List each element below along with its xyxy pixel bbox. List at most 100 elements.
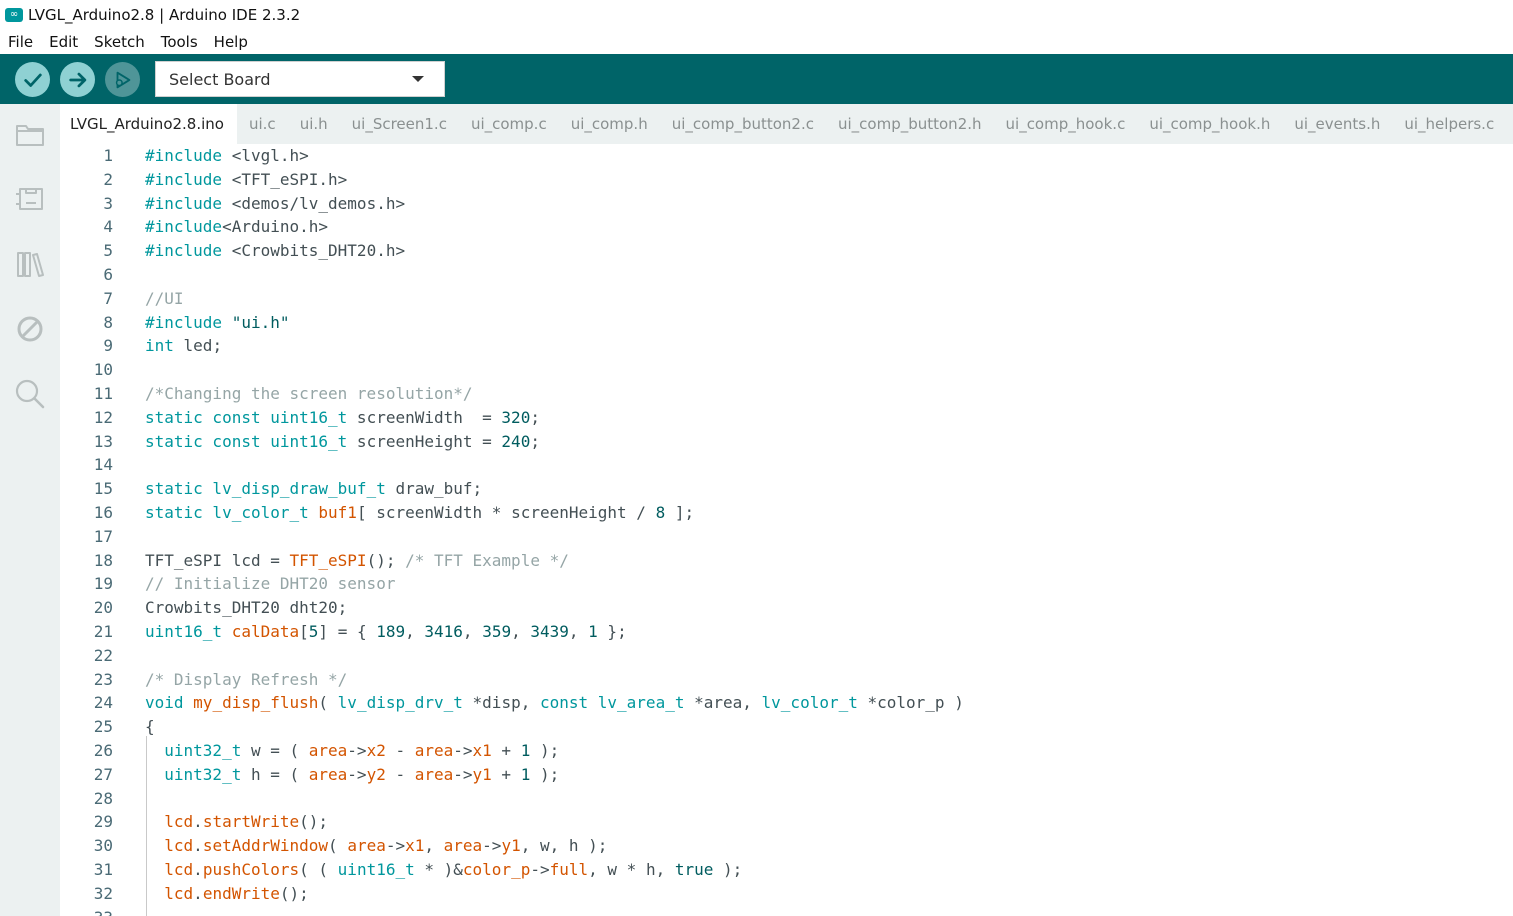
line-number: 14: [93, 455, 113, 475]
line-content: static const uint16_t screenWidth = 320;: [145, 406, 540, 430]
code-line[interactable]: 3 #include <demos/lv_demos.h>: [60, 192, 1513, 216]
tab-ui-c[interactable]: ui.c: [237, 104, 288, 144]
menu-sketch[interactable]: Sketch: [94, 33, 145, 51]
code-line[interactable]: 10: [60, 358, 1513, 382]
tab-ui-h[interactable]: ui.h: [288, 104, 340, 144]
code-line[interactable]: 29 lcd.startWrite();: [60, 810, 1513, 834]
code-token: Crowbits_DHT20 dht20;: [145, 598, 348, 618]
debug-button[interactable]: [105, 62, 140, 97]
check-icon: [23, 73, 42, 87]
code-token: x1: [472, 741, 492, 760]
code-token: int: [145, 336, 174, 356]
code-line[interactable]: 22: [60, 644, 1513, 668]
code-token: ();: [299, 812, 329, 832]
code-line[interactable]: 12 static const uint16_t screenWidth = 32…: [60, 406, 1513, 430]
code-line[interactable]: 28: [60, 787, 1513, 811]
code-editor[interactable]: 1 #include <lvgl.h> 2 #include <TFT_eSPI.h>…: [60, 144, 1513, 916]
tab-ui-comp-hook-h[interactable]: ui_comp_hook.h: [1137, 104, 1282, 144]
code-line[interactable]: 21 uint16_t calData[5] = { 189, 3416, 359…: [60, 620, 1513, 644]
menu-help[interactable]: Help: [214, 33, 248, 51]
code-token: area: [414, 741, 454, 760]
code-line[interactable]: 14: [60, 453, 1513, 477]
code-line[interactable]: 1 #include <lvgl.h>: [60, 144, 1513, 168]
upload-button[interactable]: [60, 62, 95, 97]
code-token: .: [193, 836, 203, 856]
line-content: //UI: [145, 287, 184, 311]
code-line[interactable]: 7 //UI: [60, 287, 1513, 311]
sidebar-debug[interactable]: [13, 312, 47, 346]
sidebar-boards-manager[interactable]: [13, 182, 47, 216]
code-line[interactable]: 20 Crowbits_DHT20 dht20;: [60, 596, 1513, 620]
code-line[interactable]: 18 TFT_eSPI lcd = TFT_eSPI(); /* TFT Exam…: [60, 549, 1513, 573]
code-token: uint32_t: [164, 764, 242, 784]
editor-tabs: LVGL_Arduino2.8.ino ui.c ui.h ui_Screen1…: [60, 104, 1513, 144]
code-token: 1: [520, 741, 531, 760]
tab-ui-events-h[interactable]: ui_events.h: [1282, 104, 1392, 144]
code-token: lcd: [164, 860, 194, 879]
code-token: {: [145, 717, 155, 737]
code-token: color_p: [462, 860, 531, 879]
code-token: static const uint16_t: [145, 407, 348, 427]
code-token: area: [308, 741, 348, 760]
code-line[interactable]: 25 {: [60, 715, 1513, 739]
tab-lvgl-arduino-ino[interactable]: LVGL_Arduino2.8.ino: [60, 104, 237, 144]
tab-ui-helpers-c[interactable]: ui_helpers.c: [1392, 104, 1506, 144]
tab-ui-comp-button2-h[interactable]: ui_comp_button2.h: [826, 104, 994, 144]
code-token: ->: [453, 741, 473, 760]
line-number: 28: [93, 788, 113, 808]
sidebar-search[interactable]: [13, 377, 47, 411]
tab-ui-comp-hook-c[interactable]: ui_comp_hook.c: [994, 104, 1138, 144]
code-token: ->: [453, 764, 473, 784]
line-number: 3: [103, 193, 113, 213]
code-line[interactable]: 19 // Initialize DHT20 sensor: [60, 572, 1513, 596]
menu-file[interactable]: File: [8, 33, 33, 51]
code-line[interactable]: 2 #include <TFT_eSPI.h>: [60, 168, 1513, 192]
code-token: );: [713, 860, 743, 879]
code-line[interactable]: 32 lcd.endWrite();: [60, 882, 1513, 906]
code-line[interactable]: 8 #include "ui.h": [60, 311, 1513, 335]
code-line[interactable]: 16 static lv_color_t buf1[ screenWidth * …: [60, 501, 1513, 525]
code-token: .: [193, 860, 203, 879]
line-number: 19: [93, 574, 113, 594]
code-line[interactable]: 27 uint32_t h = ( area->y2 - area->y1 + …: [60, 763, 1513, 787]
menu-tools[interactable]: Tools: [161, 33, 198, 51]
code-line[interactable]: 30 lcd.setAddrWindow( area->x1, area->y1…: [60, 834, 1513, 858]
code-line[interactable]: 33: [60, 906, 1513, 916]
tab-ui-comp-button2-c[interactable]: ui_comp_button2.c: [660, 104, 826, 144]
code-token: y1: [472, 764, 492, 784]
sidebar-library-manager[interactable]: [13, 247, 47, 281]
tab-ui-comp-h[interactable]: ui_comp.h: [559, 104, 660, 144]
code-line[interactable]: 6: [60, 263, 1513, 287]
code-token: lcd: [164, 883, 194, 903]
tab-ui-comp-c[interactable]: ui_comp.c: [459, 104, 559, 144]
code-line[interactable]: 26 uint32_t w = ( area->x2 - area->x1 + …: [60, 739, 1513, 763]
code-token: void: [145, 693, 184, 713]
code-line[interactable]: 23 /* Display Refresh */: [60, 668, 1513, 692]
sidebar-sketchbook[interactable]: [13, 118, 47, 152]
code-line[interactable]: 4 #include<Arduino.h>: [60, 215, 1513, 239]
code-line[interactable]: 13 static const uint16_t screenHeight = 2…: [60, 430, 1513, 454]
code-line[interactable]: 31 lcd.pushColors( ( uint16_t * )&color_…: [60, 858, 1513, 882]
verify-button[interactable]: [15, 62, 50, 97]
tab-ui-screen1-c[interactable]: ui_Screen1.c: [340, 104, 459, 144]
board-select-dropdown[interactable]: Select Board: [155, 61, 445, 97]
line-content: #include <demos/lv_demos.h>: [145, 192, 405, 216]
code-token: area: [347, 836, 386, 856]
folder-icon: [16, 125, 44, 146]
menu-edit[interactable]: Edit: [49, 33, 78, 51]
code-line[interactable]: 11 /*Changing the screen resolution*/: [60, 382, 1513, 406]
code-line[interactable]: 17: [60, 525, 1513, 549]
code-token: uint16_t: [337, 860, 415, 879]
code-line[interactable]: 24 void my_disp_flush( lv_disp_drv_t *dis…: [60, 691, 1513, 715]
code-token: 320: [501, 407, 531, 427]
line-number: 7: [103, 288, 113, 308]
code-token: true: [674, 860, 714, 879]
code-line[interactable]: 9 int led;: [60, 334, 1513, 358]
arrow-right-icon: [68, 72, 86, 87]
code-line[interactable]: 15 static lv_disp_draw_buf_t draw_buf;: [60, 477, 1513, 501]
code-line[interactable]: 5 #include <Crowbits_DHT20.h>: [60, 239, 1513, 263]
